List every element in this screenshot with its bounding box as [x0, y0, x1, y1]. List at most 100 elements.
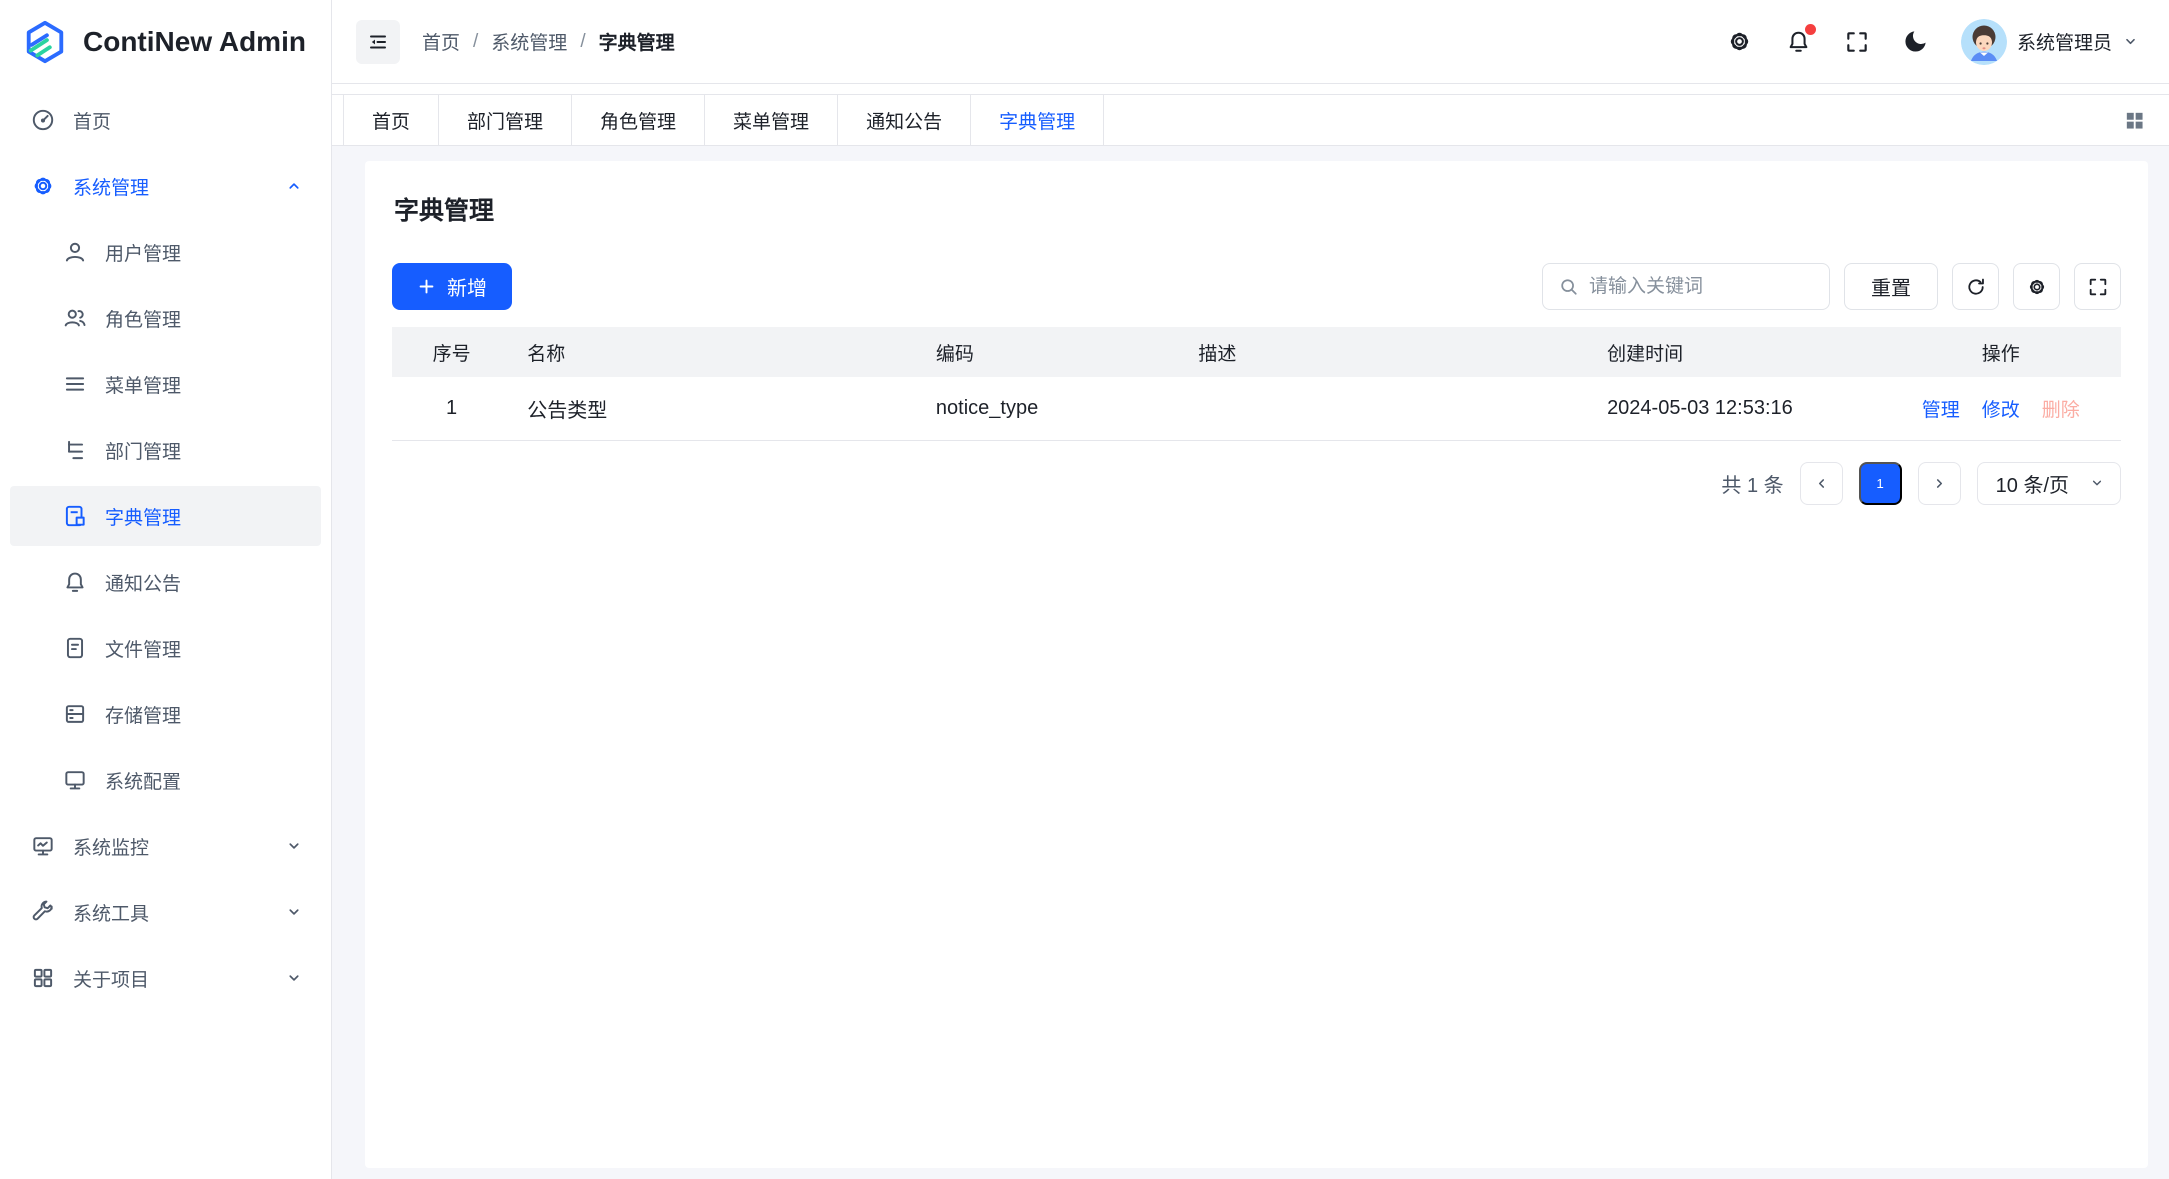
fullscreen-button[interactable] [1844, 29, 1870, 55]
tab-roles[interactable]: 角色管理 [572, 95, 705, 145]
plus-icon [417, 277, 436, 296]
sidebar-item-menus[interactable]: 菜单管理 [10, 354, 321, 414]
sidebar-item-label: 系统监控 [73, 833, 149, 860]
search-input[interactable] [1589, 276, 1814, 298]
column-header-code: 编码 [920, 327, 1182, 377]
column-header-description: 描述 [1182, 327, 1591, 377]
sidebar: ContiNew Admin 首页 [0, 0, 332, 1179]
app-root: ContiNew Admin 首页 [0, 0, 2169, 1179]
pagination: 共 1 条 1 10 条/页 [392, 462, 2121, 505]
refresh-button[interactable] [1952, 263, 1999, 310]
sidebar-item-label: 系统管理 [73, 173, 149, 200]
toolbar: 新增 重置 [392, 263, 2121, 310]
topbar-actions: 系统管理员 [1726, 19, 2139, 65]
sidebar-item-label: 通知公告 [105, 569, 181, 596]
chevron-down-icon [285, 969, 303, 987]
sidebar-item-monitor[interactable]: 系统监控 [10, 816, 321, 876]
table-row: 1 公告类型 notice_type 2024-05-03 12:53:16 管… [392, 377, 2121, 440]
sidebar-item-home[interactable]: 首页 [10, 90, 321, 150]
pagination-total: 共 1 条 [1721, 469, 1783, 498]
manage-link[interactable]: 管理 [1922, 395, 1960, 422]
sidebar-item-label: 系统工具 [73, 899, 149, 926]
gear-icon [30, 173, 56, 199]
edit-link[interactable]: 修改 [1982, 395, 2020, 422]
storage-icon [62, 701, 88, 727]
chevron-down-icon [285, 837, 303, 855]
sidebar-item-dictionary[interactable]: 字典管理 [10, 486, 321, 546]
sidebar-item-label: 角色管理 [105, 305, 181, 332]
page-size-value: 10 条/页 [1996, 469, 2069, 498]
main-column: 首页 / 系统管理 / 字典管理 [332, 0, 2169, 1179]
fullscreen-icon [2087, 276, 2109, 298]
sidebar-item-roles[interactable]: 角色管理 [10, 288, 321, 348]
app-logo[interactable]: ContiNew Admin [0, 0, 331, 84]
gear-icon [1726, 28, 1753, 55]
user-icon [62, 239, 88, 265]
next-page-button[interactable] [1918, 462, 1961, 505]
toolbar-right: 重置 [1542, 263, 2121, 310]
breadcrumb-item[interactable]: 系统管理 [491, 28, 567, 55]
settings-button[interactable] [1726, 28, 1753, 55]
sidebar-item-label: 存储管理 [105, 701, 181, 728]
dark-mode-button[interactable] [1902, 28, 1929, 55]
page-size-select[interactable]: 10 条/页 [1977, 462, 2121, 505]
cell-created-at: 2024-05-03 12:53:16 [1591, 377, 1881, 440]
sidebar-item-departments[interactable]: 部门管理 [10, 420, 321, 480]
tab-home[interactable]: 首页 [343, 95, 439, 145]
menu-fold-icon [366, 30, 390, 54]
fullscreen-icon [1844, 29, 1870, 55]
search-box [1542, 263, 1830, 310]
reset-button[interactable]: 重置 [1844, 263, 1938, 310]
add-button[interactable]: 新增 [392, 263, 512, 310]
tab-list-button[interactable] [2123, 109, 2146, 132]
topbar: 首页 / 系统管理 / 字典管理 [332, 0, 2169, 84]
cell-index: 1 [392, 377, 511, 440]
prev-page-button[interactable] [1800, 462, 1843, 505]
breadcrumb-item-current: 字典管理 [599, 28, 675, 55]
tab-dictionary[interactable]: 字典管理 [971, 95, 1104, 145]
tab-notices[interactable]: 通知公告 [838, 95, 971, 145]
cell-description [1182, 377, 1591, 440]
chevron-right-icon [1931, 475, 1948, 492]
tab-label: 菜单管理 [733, 107, 809, 134]
sidebar-item-label: 菜单管理 [105, 371, 181, 398]
sidebar-item-users[interactable]: 用户管理 [10, 222, 321, 282]
notification-badge-dot [1805, 24, 1816, 35]
column-settings-button[interactable] [2013, 263, 2060, 310]
sidebar-item-storage[interactable]: 存储管理 [10, 684, 321, 744]
tabstrip: 首页 部门管理 角色管理 菜单管理 通知公告 字典管理 [332, 94, 2169, 146]
tab-departments[interactable]: 部门管理 [439, 95, 572, 145]
tabbar: 首页 部门管理 角色管理 菜单管理 通知公告 字典管理 [332, 84, 2169, 146]
sidebar-item-notices[interactable]: 通知公告 [10, 552, 321, 612]
wrench-icon [30, 899, 56, 925]
dictionary-table: 序号 名称 编码 描述 创建时间 操作 1 公告类型 notice_type [392, 327, 2121, 441]
sidebar-item-about[interactable]: 关于项目 [10, 948, 321, 1008]
sidebar-item-files[interactable]: 文件管理 [10, 618, 321, 678]
username: 系统管理员 [2017, 28, 2112, 55]
delete-link[interactable]: 删除 [2042, 395, 2080, 422]
sidebar-item-label: 字典管理 [105, 503, 181, 530]
table-fullscreen-button[interactable] [2074, 263, 2121, 310]
notifications-button[interactable] [1785, 28, 1812, 55]
page-1-button[interactable]: 1 [1859, 462, 1902, 505]
sidebar-collapse-button[interactable] [356, 20, 400, 64]
breadcrumb-item[interactable]: 首页 [422, 28, 460, 55]
column-header-created: 创建时间 [1591, 327, 1881, 377]
dashboard-icon [30, 107, 56, 133]
sidebar-item-config[interactable]: 系统配置 [10, 750, 321, 810]
user-menu[interactable]: 系统管理员 [1961, 19, 2139, 65]
table-header-row: 序号 名称 编码 描述 创建时间 操作 [392, 327, 2121, 377]
cell-name: 公告类型 [511, 377, 920, 440]
sidebar-item-system[interactable]: 系统管理 [10, 156, 321, 216]
cell-actions: 管理 修改 删除 [1881, 377, 2121, 440]
chevron-left-icon [1813, 475, 1830, 492]
tab-label: 字典管理 [999, 107, 1075, 134]
tab-menus[interactable]: 菜单管理 [705, 95, 838, 145]
sidebar-item-tools[interactable]: 系统工具 [10, 882, 321, 942]
monitor-chart-icon [30, 833, 56, 859]
search-icon [1558, 276, 1579, 297]
tab-label: 首页 [372, 107, 410, 134]
grid-filled-icon [2123, 109, 2146, 132]
tab-label: 角色管理 [600, 107, 676, 134]
breadcrumb: 首页 / 系统管理 / 字典管理 [422, 28, 675, 55]
